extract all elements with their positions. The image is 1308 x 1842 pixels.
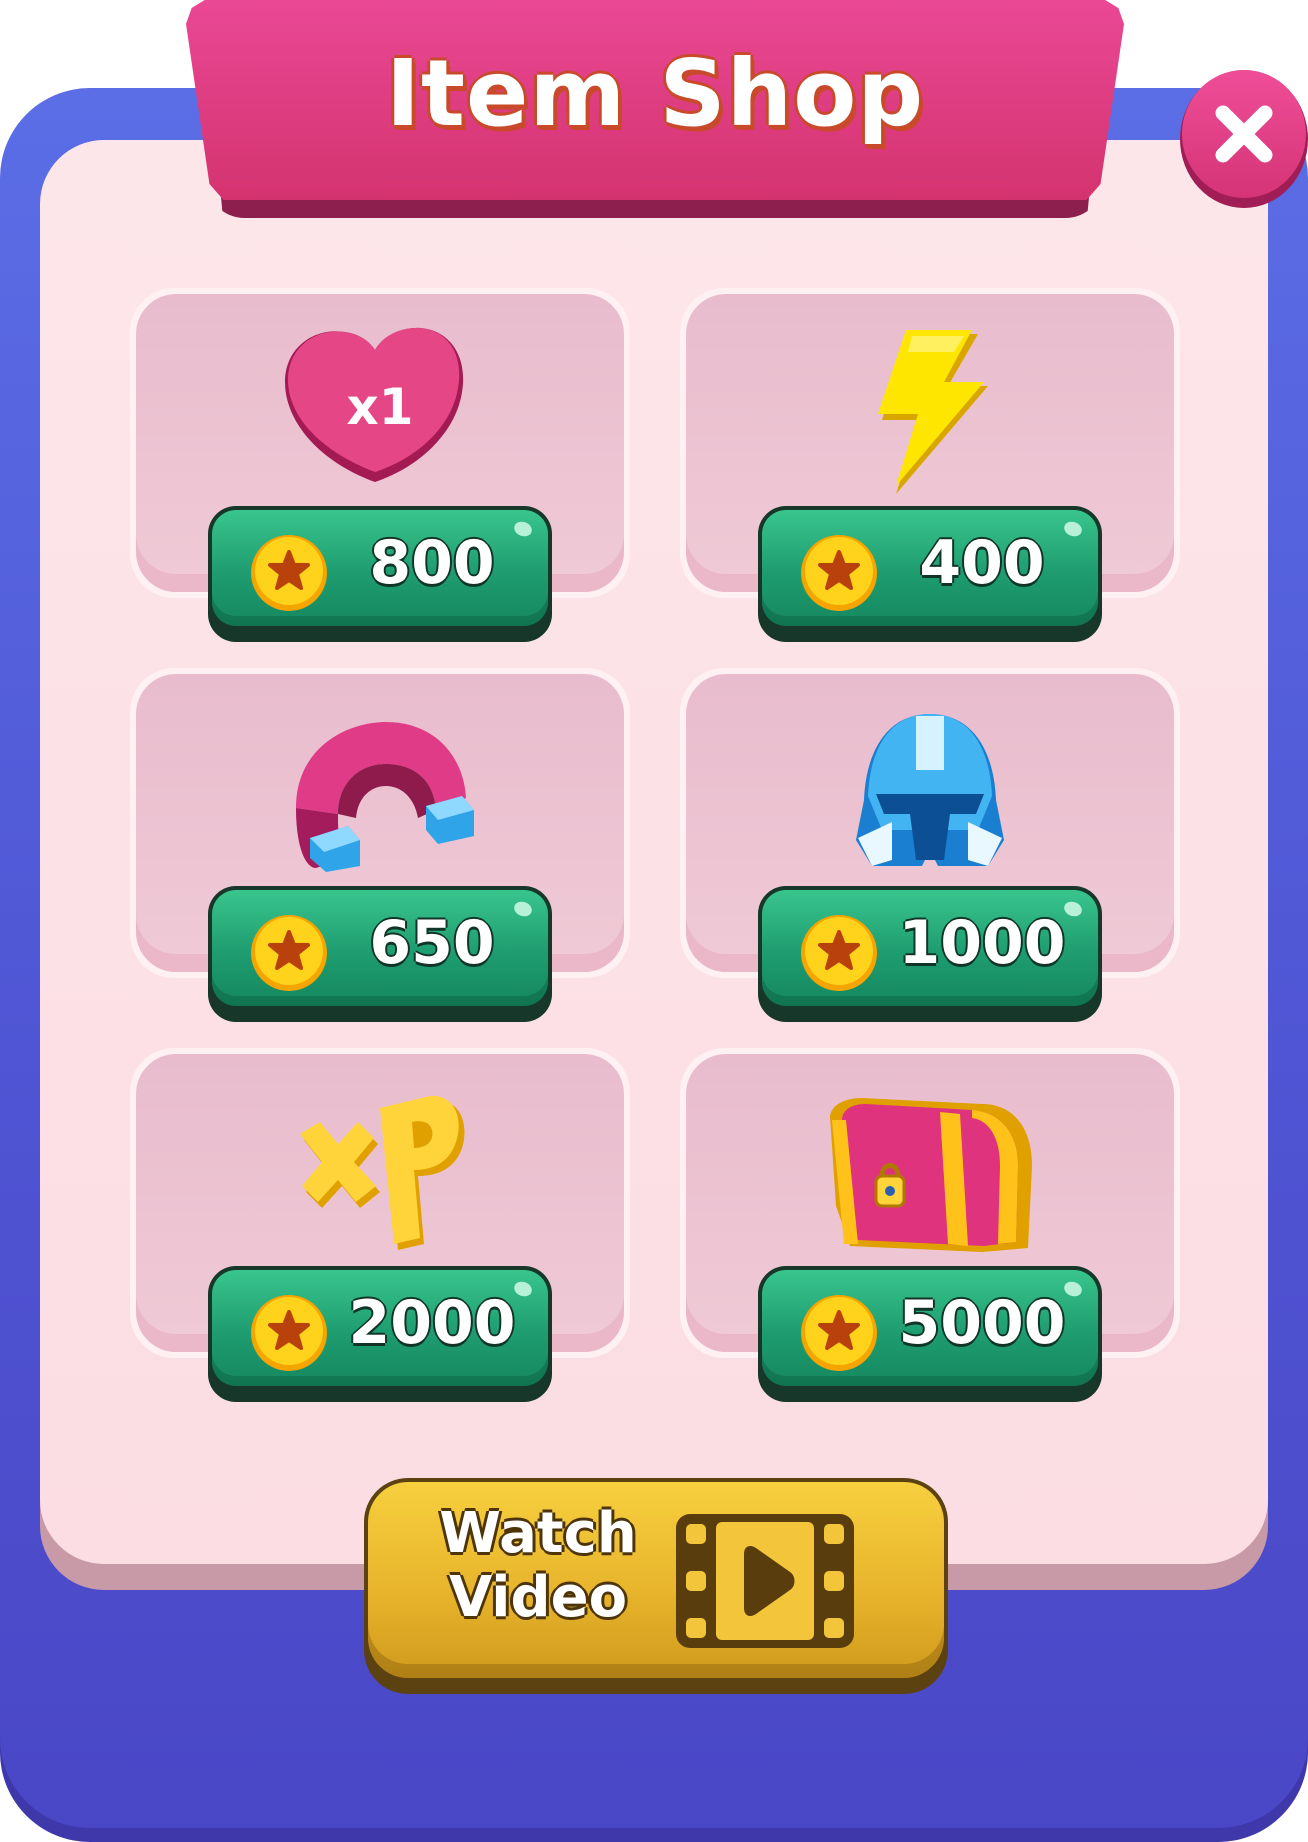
helmet-icon xyxy=(856,714,1004,866)
coin-icon xyxy=(801,535,877,611)
lightning-icon xyxy=(878,330,988,494)
xp-icon xyxy=(300,1095,465,1250)
watch-video-label: Watch Video xyxy=(428,1502,648,1630)
price-label: 1000 xyxy=(898,908,1066,978)
price-label: 400 xyxy=(919,528,1045,598)
close-icon xyxy=(1215,105,1273,163)
buy-button-face: 1000 xyxy=(762,890,1098,1006)
buy-button-xp[interactable]: 2000 xyxy=(208,1266,552,1402)
coin-icon xyxy=(251,535,327,611)
buy-button-helmet[interactable]: 1000 xyxy=(758,886,1102,1022)
buy-button-chest[interactable]: 5000 xyxy=(758,1266,1102,1402)
coin-icon xyxy=(801,915,877,991)
heart-label: x1 xyxy=(346,378,413,436)
buy-button-face: 5000 xyxy=(762,1270,1098,1386)
price-label: 5000 xyxy=(898,1288,1066,1358)
page-title: Item Shop xyxy=(385,39,925,147)
film-play-icon xyxy=(676,1514,854,1648)
price-label: 800 xyxy=(369,528,495,598)
buy-button-magnet[interactable]: 650 xyxy=(208,886,552,1022)
chest-icon xyxy=(830,1098,1032,1252)
magnet-icon xyxy=(296,722,474,872)
buy-button-face: 650 xyxy=(212,890,548,1006)
watch-video-button[interactable]: Watch Video xyxy=(368,1482,944,1678)
coin-icon xyxy=(251,1295,327,1371)
coin-icon xyxy=(801,1295,877,1371)
buy-button-heart[interactable]: 800 xyxy=(208,506,552,642)
close-button[interactable] xyxy=(1182,70,1306,198)
watch-video-line1: Watch xyxy=(439,1501,637,1566)
buy-button-lightning[interactable]: 400 xyxy=(758,506,1102,642)
buy-button-face: 800 xyxy=(212,510,548,626)
buy-button-face: 400 xyxy=(762,510,1098,626)
title-banner: Item Shop xyxy=(186,0,1124,200)
price-label: 650 xyxy=(369,908,495,978)
coin-icon xyxy=(251,915,327,991)
price-label: 2000 xyxy=(348,1288,516,1358)
buy-button-face: 2000 xyxy=(212,1270,548,1386)
heart-icon: x1 xyxy=(285,327,464,482)
watch-video-line2: Video xyxy=(448,1565,628,1630)
